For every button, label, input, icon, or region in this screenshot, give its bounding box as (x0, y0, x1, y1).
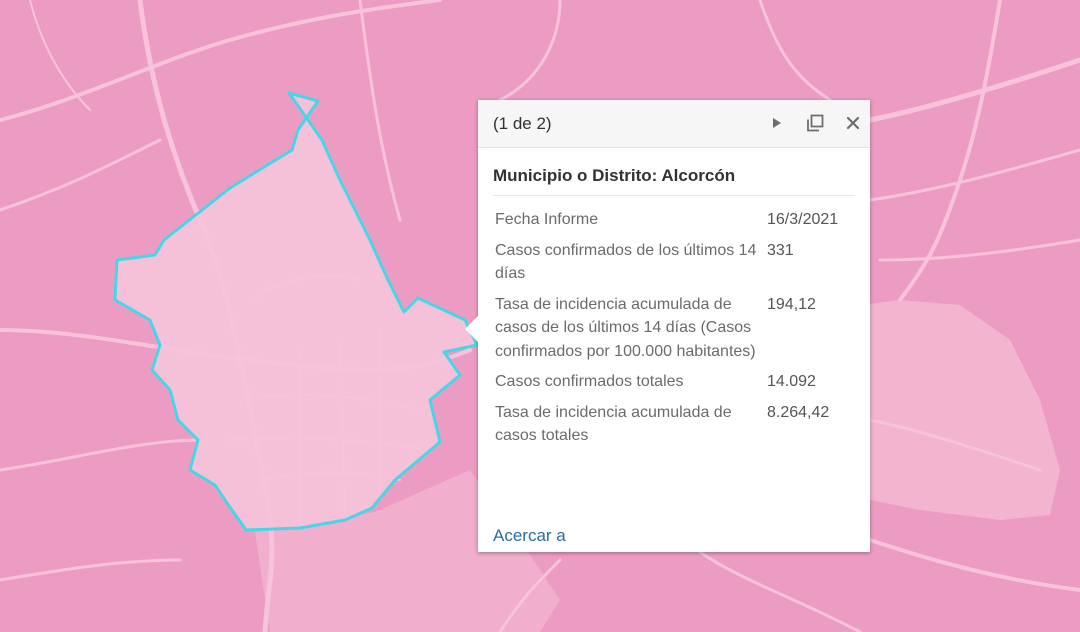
attribute-label: Casos confirmados totales (495, 373, 684, 390)
attribute-value: 194,12 (767, 295, 816, 313)
attribute-label: Tasa de incidencia acumulada de casos to… (495, 403, 732, 445)
popup-title: Municipio o Distrito: Alcorcón (493, 166, 736, 185)
selected-municipality-area[interactable] (115, 93, 477, 530)
next-feature-icon[interactable] (764, 111, 788, 135)
attribute-label: Fecha Informe (495, 211, 599, 228)
attribute-row: Casos confirmados totales 14.092 (490, 367, 858, 398)
popup-pager: (1 de 2) (493, 114, 552, 133)
attribute-value: 14.092 (767, 373, 816, 390)
attribute-value: 331 (767, 241, 794, 259)
attribute-label: Casos confirmados de los últimos 14 días (495, 241, 757, 283)
attribute-row: Casos confirmados de los últimos 14 días… (490, 236, 858, 290)
attribute-value: 16/3/2021 (767, 211, 839, 228)
feature-popup: (1 de 2) Municipio o Distrito: Alcorcón (465, 100, 870, 552)
attribute-row: Tasa de incidencia acumulada de casos de… (490, 290, 858, 368)
attribute-row: Tasa de incidencia acumulada de casos to… (490, 398, 858, 452)
popup-pointer (465, 315, 479, 343)
popup-header: (1 de 2) (478, 100, 870, 148)
attribute-value: 8.264,42 (767, 403, 830, 421)
attribute-table: Fecha Informe 16/3/2021 Casos confirmado… (490, 205, 858, 452)
attribute-row: Fecha Informe 16/3/2021 (490, 205, 858, 236)
dock-popup-icon[interactable] (803, 111, 827, 135)
attribute-label: Tasa de incidencia acumulada de casos de… (495, 295, 756, 360)
map-view[interactable]: (1 de 2) Municipio o Distrito: Alcorcón (0, 0, 1080, 632)
title-divider (493, 195, 855, 196)
close-popup-icon[interactable] (841, 111, 865, 135)
zoom-to-link[interactable]: Acercar a (493, 526, 566, 546)
